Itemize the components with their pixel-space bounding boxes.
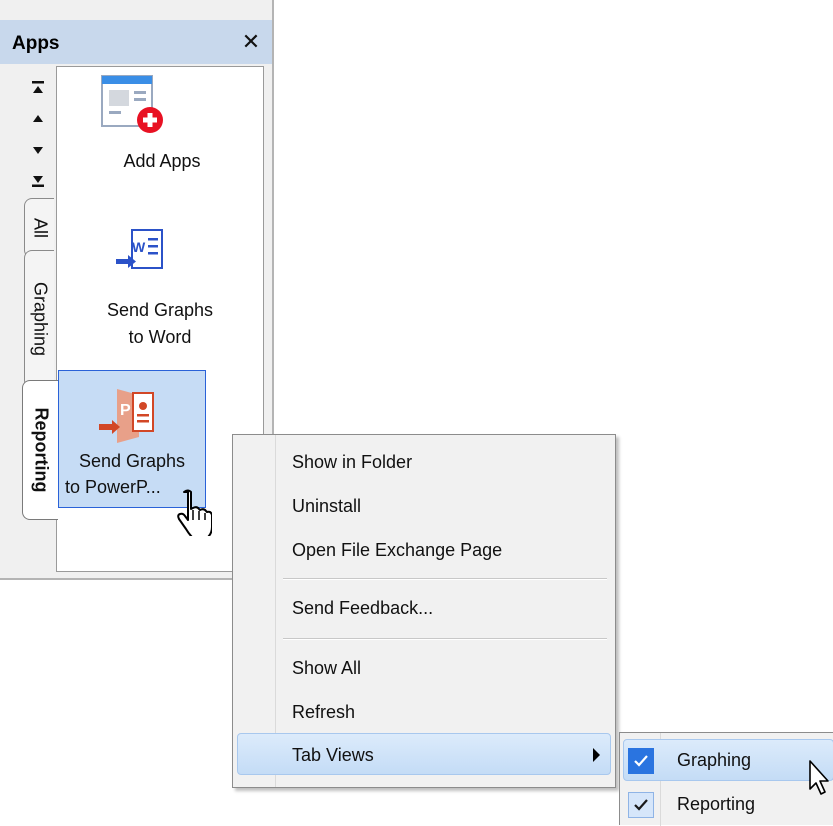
submenu-arrow-icon [593, 748, 600, 762]
first-icon[interactable] [26, 76, 50, 100]
tab-all[interactable]: All [24, 198, 54, 258]
check-icon [628, 748, 654, 774]
word-icon: W [116, 228, 166, 281]
close-icon[interactable]: ✕ [238, 28, 264, 56]
previous-icon[interactable] [26, 106, 50, 130]
add-apps-icon [100, 74, 172, 143]
next-icon[interactable] [26, 138, 50, 162]
panel-title: Apps [12, 33, 60, 54]
app-add-apps[interactable]: Add Apps [64, 74, 260, 184]
tab-all-label: All [30, 217, 50, 239]
tab-graphing-label: Graphing [30, 281, 50, 357]
arrow-cursor-icon [808, 759, 832, 804]
svg-text:W: W [132, 239, 146, 255]
submenu-item-graphing[interactable]: Graphing [677, 750, 751, 771]
menu-item-tab-views[interactable]: Tab Views [292, 745, 374, 766]
tab-views-submenu: Graphing Reporting [619, 732, 833, 826]
last-icon[interactable] [26, 168, 50, 192]
menu-item-show-all[interactable]: Show All [292, 658, 361, 679]
hand-cursor-icon [172, 488, 213, 541]
powerpoint-icon: P [99, 387, 155, 450]
menu-separator [283, 578, 607, 580]
check-icon [628, 792, 654, 818]
menu-item-send-feedback[interactable]: Send Feedback... [292, 598, 433, 619]
app-label: Add Apps [123, 151, 201, 171]
app-label-line1: Send Graphs [106, 300, 214, 320]
menu-item-open-file-exchange-page[interactable]: Open File Exchange Page [292, 540, 502, 561]
tab-graphing[interactable]: Graphing [24, 250, 54, 388]
tab-reporting[interactable]: Reporting [22, 380, 58, 520]
menu-item-show-in-folder[interactable]: Show in Folder [292, 452, 412, 473]
menu-item-refresh[interactable]: Refresh [292, 702, 355, 723]
tab-reporting-label: Reporting [31, 407, 51, 493]
app-send-graphs-to-word[interactable]: W Send Graphs to Word [58, 226, 262, 356]
menu-separator [283, 638, 607, 640]
context-menu: Show in Folder Uninstall Open File Excha… [232, 434, 616, 788]
app-label-line1: Send Graphs [78, 451, 186, 471]
svg-text:P: P [120, 402, 131, 419]
app-label-line2: to Word [128, 327, 192, 347]
submenu-item-reporting[interactable]: Reporting [677, 794, 755, 815]
menu-item-uninstall[interactable]: Uninstall [292, 496, 361, 517]
